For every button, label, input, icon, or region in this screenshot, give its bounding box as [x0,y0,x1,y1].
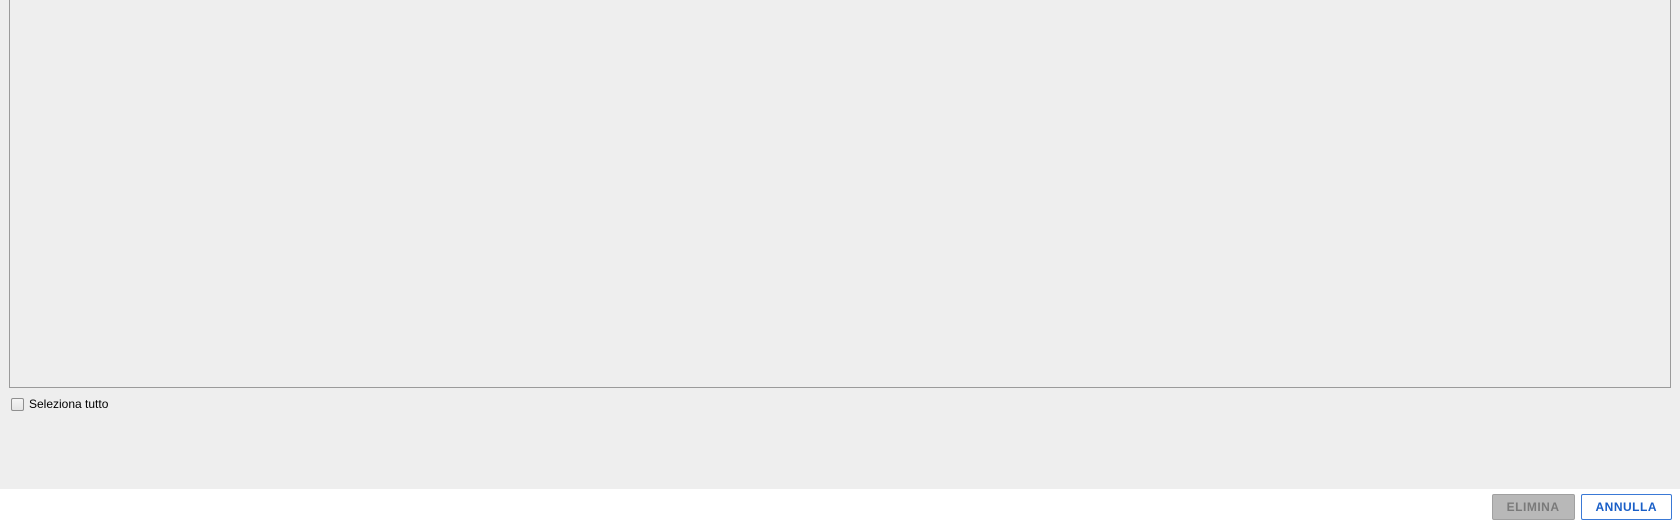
select-all-label: Seleziona tutto [29,397,108,411]
select-all-checkbox[interactable] [11,398,24,411]
delete-button: ELIMINA [1492,494,1575,520]
content-panel [9,0,1671,388]
cancel-button[interactable]: ANNULLA [1581,494,1673,520]
footer-bar: ELIMINA ANNULLA [0,489,1680,525]
select-all-row: Seleziona tutto [11,397,108,411]
